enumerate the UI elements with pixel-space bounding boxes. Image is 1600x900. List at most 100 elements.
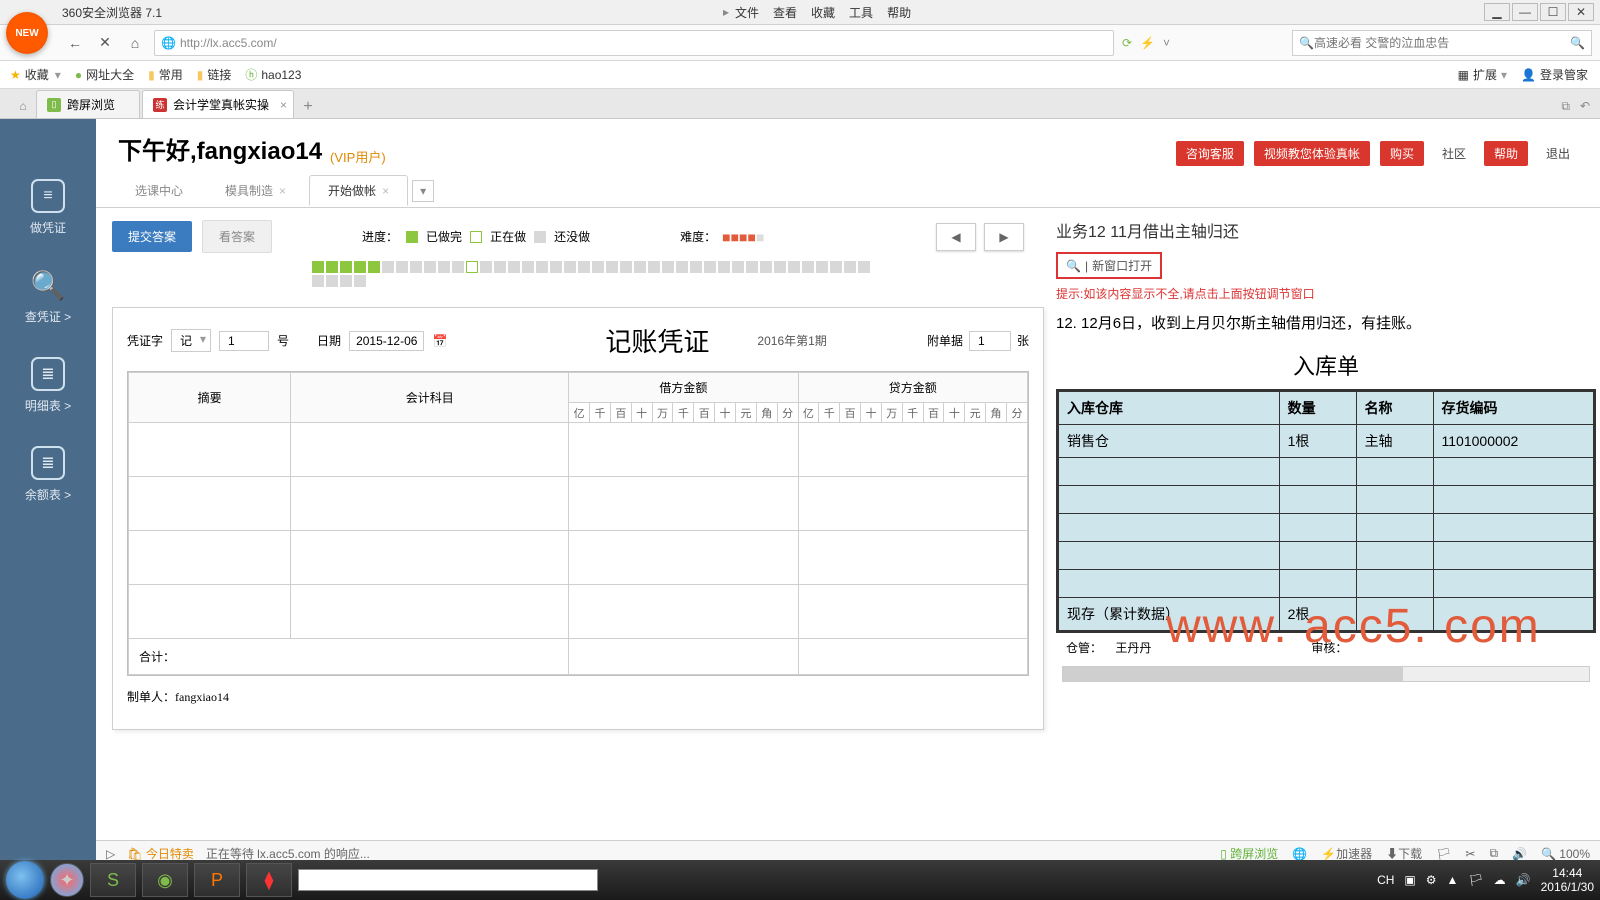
refresh-icon[interactable]: ⟳ <box>1122 36 1132 50</box>
taskbar-app-2[interactable]: S <box>90 863 136 897</box>
subtab-start[interactable]: 开始做帐× <box>309 175 408 206</box>
taskbar-app-4[interactable]: P <box>194 863 240 897</box>
close-icon[interactable]: × <box>279 184 286 198</box>
voucher-num-input[interactable]: 1 <box>219 331 269 351</box>
tray-icon[interactable]: 🏳 <box>1468 873 1483 887</box>
home-button[interactable]: ⌂ <box>124 32 146 54</box>
new-tab-button[interactable]: + <box>296 96 320 118</box>
voucher-title: 记账凭证 <box>605 322 709 359</box>
address-bar[interactable]: 🌐 http://lx.acc5.com/ <box>154 30 1114 56</box>
copy-tab-icon[interactable]: ⧉ <box>1561 99 1570 114</box>
menu-help[interactable]: 帮助 <box>887 4 911 21</box>
tray-icon[interactable]: ⚙ <box>1426 873 1437 887</box>
search-input[interactable] <box>1314 36 1570 50</box>
attach-count-input[interactable]: 1 <box>969 331 1011 351</box>
window-icon[interactable]: ⧉ <box>1489 846 1498 861</box>
progress-grid[interactable] <box>312 261 882 287</box>
ime-lang[interactable]: CH <box>1377 873 1394 887</box>
sidebar-item-balance[interactable]: ≣余额表 > <box>25 446 71 503</box>
taskbar-app-3[interactable]: ◉ <box>142 863 188 897</box>
close-button[interactable]: ✕ <box>1568 3 1594 21</box>
sidebar-item-query[interactable]: 🔍查凭证 > <box>25 268 71 325</box>
back-button[interactable]: ← <box>64 32 86 54</box>
tab-label: 会计学堂真帐实操 <box>173 96 269 113</box>
windows-taskbar[interactable]: ✦ S ◉ P ⧫ CH ▣ ⚙ ▲ 🏳 ☁ 🔊 14:442016/1/30 <box>0 860 1600 900</box>
keeper-value: 王丹丹 <box>1115 641 1151 655</box>
help-button[interactable]: 帮助 <box>1484 141 1528 166</box>
tray-icon[interactable]: ▣ <box>1404 873 1415 887</box>
tab-icon: ▯ <box>47 98 61 112</box>
subtab-course[interactable]: 选课中心 <box>116 175 202 206</box>
sidebar-item-detail[interactable]: ≣明细表 > <box>25 357 71 414</box>
favorites-button[interactable]: ★收藏▾ <box>10 66 61 83</box>
prev-task-button[interactable]: ◀ <box>936 223 976 251</box>
tab-icon: 练 <box>153 98 167 112</box>
next-task-button[interactable]: ▶ <box>984 223 1024 251</box>
close-icon[interactable]: × <box>382 184 389 198</box>
h-scrollbar[interactable] <box>1062 666 1590 682</box>
subtab-dropdown[interactable]: ▾ <box>412 180 434 202</box>
maker-label: 制单人：fangxiao14 <box>127 688 1029 705</box>
voucher-table[interactable]: 摘要 会计科目 借方金额 贷方金额 亿千百十万千百十元角分亿千百十万千百十元角分… <box>128 372 1028 675</box>
app-sidebar: ≡做凭证 🔍查凭证 > ≣明细表 > ≣余额表 > <box>0 119 96 866</box>
stop-button[interactable]: ✕ <box>94 32 116 54</box>
undo-tab-icon[interactable]: ↶ <box>1580 99 1590 114</box>
clip-icon[interactable]: ✂ <box>1465 847 1475 861</box>
globe-icon[interactable]: 🌐 <box>1292 847 1307 861</box>
sidebar-item-voucher[interactable]: ≡做凭证 <box>30 179 66 236</box>
ime-bar[interactable] <box>298 869 598 891</box>
subtab-mold[interactable]: 模具制造× <box>206 175 305 206</box>
play-icon[interactable]: ▷ <box>106 847 115 861</box>
date-input[interactable]: 2015-12-06 <box>349 331 424 351</box>
buy-button[interactable]: 购买 <box>1380 141 1424 166</box>
bookmark-common[interactable]: ▮常用 <box>148 66 183 83</box>
tab-cross-screen[interactable]: ▯ 跨屏浏览 <box>36 90 140 118</box>
logout-link[interactable]: 退出 <box>1538 141 1578 166</box>
start-button[interactable] <box>6 861 44 899</box>
minimize-button[interactable]: — <box>1512 3 1538 21</box>
login-mgr-button[interactable]: 👤登录管家 <box>1521 66 1588 83</box>
clock[interactable]: 14:442016/1/30 <box>1541 866 1594 895</box>
menu-tools[interactable]: 工具 <box>849 4 873 21</box>
voucher-icon: ≡ <box>31 179 65 213</box>
search-go-icon[interactable]: 🔍 <box>1570 36 1585 50</box>
bookmark-links[interactable]: ▮链接 <box>197 66 232 83</box>
taskbar-app-1[interactable]: ✦ <box>50 863 84 897</box>
open-new-window-button[interactable]: 🔍| 新窗口打开 <box>1056 252 1162 279</box>
list-icon: ≣ <box>31 357 65 391</box>
note-icon[interactable]: 🏳 <box>1436 847 1451 861</box>
zoom-button[interactable]: 🔍 100% <box>1541 847 1590 861</box>
tab-accounting[interactable]: 练 会计学堂真帐实操 × <box>142 90 294 118</box>
community-link[interactable]: 社区 <box>1434 141 1474 166</box>
menu-expand-icon[interactable]: ▸ <box>723 5 729 19</box>
receipt-document: 入库仓库 数量 名称 存货编码 销售仓1根主轴1101000002 <box>1056 389 1596 633</box>
consult-button[interactable]: 咨询客服 <box>1176 141 1244 166</box>
calendar-icon[interactable]: 📅 <box>432 334 447 348</box>
sound-icon[interactable]: 🔊 <box>1512 847 1527 861</box>
folder-icon: ▮ <box>148 68 155 82</box>
menu-file[interactable]: 文件 <box>735 4 759 21</box>
min-alt-button[interactable]: ▁ <box>1484 3 1510 21</box>
bookmark-hao123[interactable]: ⓗhao123 <box>245 66 301 83</box>
search-box[interactable]: 🔍 🔍 <box>1292 30 1592 56</box>
tray-sound-icon[interactable]: 🔊 <box>1516 873 1531 887</box>
folder-icon: ▮ <box>197 68 204 82</box>
tray-icon[interactable]: ▲ <box>1447 873 1459 887</box>
bookmark-all[interactable]: ●网址大全 <box>75 66 134 83</box>
addr-dropdown-icon[interactable]: ˅ <box>1163 36 1170 50</box>
extensions-button[interactable]: ▦扩展▾ <box>1458 66 1507 83</box>
tab-home-icon[interactable]: ⌂ <box>10 94 36 118</box>
answer-button[interactable]: 看答案 <box>202 220 272 253</box>
video-button[interactable]: 视频教您体验真帐 <box>1254 141 1370 166</box>
tab-close-icon[interactable]: × <box>280 98 287 112</box>
voucher-type-select[interactable]: 记 <box>171 329 211 352</box>
maximize-button[interactable]: ☐ <box>1540 3 1566 21</box>
bolt-icon[interactable]: ⚡ <box>1140 36 1155 50</box>
menu-view[interactable]: 查看 <box>773 4 797 21</box>
menu-fav[interactable]: 收藏 <box>811 4 835 21</box>
taskbar-app-5[interactable]: ⧫ <box>246 863 292 897</box>
voucher-period: 2016年第1期 <box>757 332 826 349</box>
tray-icon[interactable]: ☁ <box>1494 873 1506 887</box>
hint-text: 提示:如该内容显示不全,请点击上面按钮调节窗口 <box>1056 285 1596 302</box>
submit-button[interactable]: 提交答案 <box>112 221 192 252</box>
